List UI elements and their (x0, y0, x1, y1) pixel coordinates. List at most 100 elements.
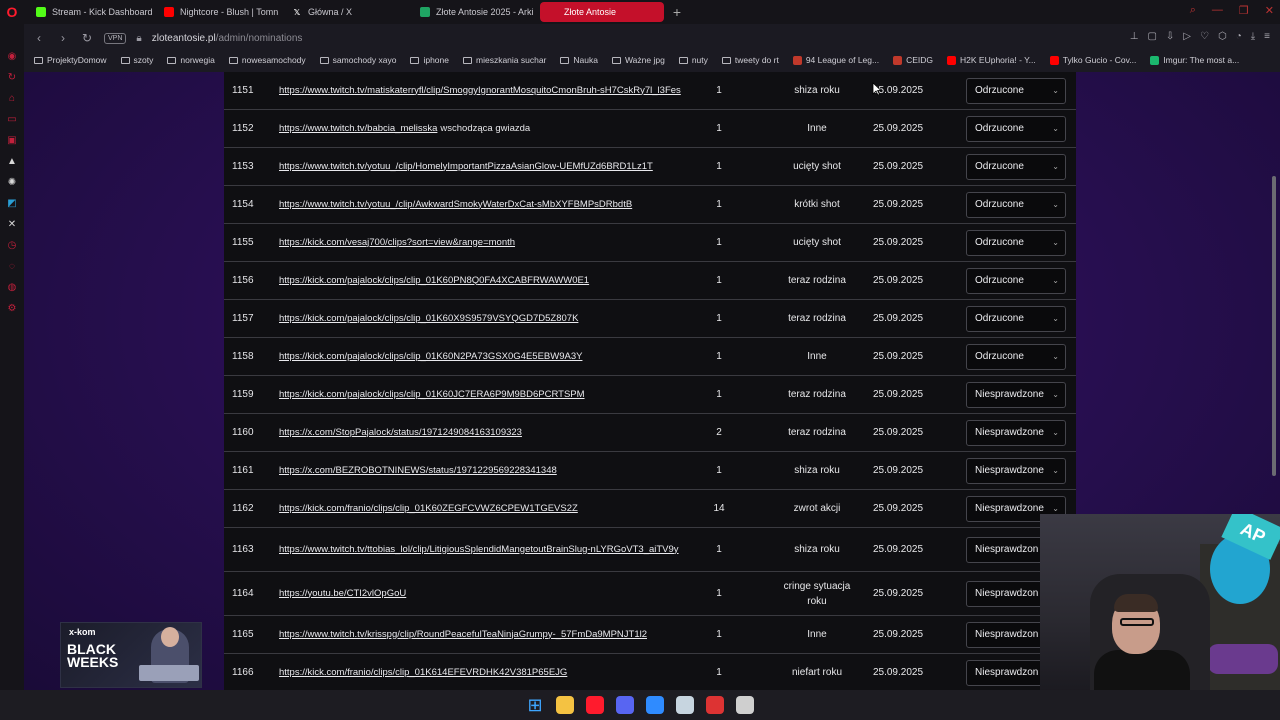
nomination-date: 25.09.2025 (872, 123, 924, 134)
browser-tab[interactable]: Złote Antosie (540, 2, 664, 22)
bookmark-item[interactable]: CEIDG (893, 55, 933, 65)
browser-tab[interactable]: Stream - Kick Dashboard (28, 2, 152, 22)
messenger-icon[interactable]: ▭ (6, 113, 18, 125)
bookmark-item[interactable]: mieszkania suchar (463, 55, 546, 65)
x-sidebar-icon[interactable]: ✕ (6, 218, 18, 230)
bookmark-item[interactable]: tweety do rt (721, 55, 779, 65)
vpn-badge[interactable]: VPN (104, 32, 127, 44)
history-icon[interactable]: ↻ (6, 71, 18, 83)
nomination-link[interactable]: https://kick.com/pajalock/clips/clip_01K… (279, 349, 582, 365)
xkom-ad-banner[interactable]: x-kom BLACK WEEKS (60, 622, 202, 688)
status-select[interactable]: Odrzucone ⌄ (966, 191, 1066, 218)
bookmarks-icon[interactable]: ⌂ (6, 92, 18, 104)
profile-icon[interactable]: ◔ (1236, 31, 1242, 42)
browser-tab[interactable]: 𝕏 Główna / X (284, 2, 408, 22)
bookmark-item[interactable]: H2K EUphoria! - Y... (947, 55, 1036, 65)
play-icon[interactable]: ▷ (1183, 31, 1191, 42)
nomination-link[interactable]: https://kick.com/franio/clips/clip_01K60… (279, 501, 578, 517)
game-launcher-icon[interactable] (706, 696, 724, 714)
status-select[interactable]: Odrzucone ⌄ (966, 343, 1066, 370)
maximize-button[interactable]: ❐ (1239, 4, 1249, 17)
sidebar-settings-icon[interactable]: ⚙ (6, 302, 18, 314)
back-button[interactable]: ‹ (32, 31, 46, 45)
browser-tab[interactable]: Nightcore - Blush | Tomn (156, 2, 280, 22)
clock-icon[interactable]: ◷ (6, 239, 18, 251)
opera-menu-icon[interactable]: O (0, 0, 24, 24)
chatgpt-icon[interactable]: ✺ (6, 176, 18, 188)
windows-start-icon[interactable]: ⊞ (526, 695, 544, 715)
scrollbar-thumb[interactable] (1272, 176, 1276, 476)
pin-icon[interactable]: ⊥ (1130, 31, 1139, 42)
twitch-icon[interactable]: ◩ (6, 197, 18, 209)
reload-button[interactable]: ↻ (80, 31, 94, 45)
status-select[interactable]: Odrzucone ⌄ (966, 305, 1066, 332)
url-field[interactable]: zloteantosie.pl/admin/nominations (152, 33, 303, 44)
nomination-link[interactable]: https://youtu.be/CTI2vlOpGoU (279, 586, 406, 602)
nomination-link[interactable]: https://www.twitch.tv/yotuu_/clip/Homely… (279, 159, 653, 175)
messenger-icon[interactable] (646, 696, 664, 714)
nomination-id: 1152 (232, 123, 254, 134)
status-select[interactable]: Niesprawdzone ⌄ (966, 457, 1066, 484)
downloads-icon[interactable]: ◌ (6, 260, 18, 272)
cam-decor (1208, 644, 1278, 674)
nomination-link[interactable]: https://x.com/StopPajalock/status/197124… (279, 425, 522, 441)
menu-icon[interactable]: ≡ (1264, 31, 1270, 42)
steam-icon[interactable] (676, 696, 694, 714)
forward-button[interactable]: › (56, 31, 70, 45)
new-tab-button[interactable]: + (668, 3, 686, 21)
heart-icon[interactable]: ♡ (1200, 31, 1209, 42)
extension-icon[interactable]: ⬡ (1218, 31, 1227, 42)
file-explorer-icon[interactable] (556, 696, 574, 714)
discord-icon[interactable] (616, 696, 634, 714)
status-select[interactable]: Odrzucone ⌄ (966, 229, 1066, 256)
download-page-icon[interactable]: ⇩ (1166, 31, 1174, 42)
nomination-link[interactable]: https://www.twitch.tv/krisspg/clip/Round… (279, 627, 647, 643)
nomination-link[interactable]: https://www.twitch.tv/yotuu_/clip/Awkwar… (279, 197, 632, 213)
bookmark-item[interactable]: Ważne jpg (611, 55, 665, 65)
bookmark-item[interactable]: norwegia (167, 55, 215, 65)
close-window-button[interactable]: ✕ (1265, 4, 1274, 17)
home-icon[interactable]: ◉ (6, 50, 18, 62)
nomination-link[interactable]: https://kick.com/franio/clips/clip_01K61… (279, 665, 567, 681)
lock-icon[interactable]: 🔒︎ (136, 33, 141, 44)
bookmark-item[interactable]: Nauka (560, 55, 598, 65)
nomination-link[interactable]: https://x.com/BEZROBOTNINEWS/status/1971… (279, 463, 557, 479)
bookmark-item[interactable]: 94 League of Leg... (792, 55, 879, 65)
table-row: 1154 https://www.twitch.tv/yotuu_/clip/Aw… (224, 186, 1076, 224)
status-select[interactable]: Odrzucone ⌄ (966, 153, 1066, 180)
player-icon[interactable]: ▣ (6, 134, 18, 146)
settings-icon[interactable] (736, 696, 754, 714)
status-select[interactable]: Niesprawdzone ⌄ (966, 419, 1066, 446)
minimize-button[interactable]: — (1212, 4, 1223, 17)
browser-tab[interactable]: Złote Antosie 2025 - Arki (412, 2, 536, 22)
nomination-link[interactable]: https://kick.com/pajalock/clips/clip_01K… (279, 311, 578, 327)
bookmark-item[interactable]: Tylko Gucio - Cov... (1049, 55, 1136, 65)
bookmark-item[interactable]: Imgur: The most a... (1150, 55, 1239, 65)
nomination-link[interactable]: https://www.twitch.tv/matiskaterryfl/cli… (279, 83, 681, 99)
nomination-count: 1 (716, 237, 722, 248)
status-select[interactable]: Odrzucone ⌄ (966, 267, 1066, 294)
opera-icon[interactable] (586, 696, 604, 714)
nomination-link[interactable]: https://www.twitch.tv/ttobias_lol/clip/L… (279, 542, 679, 558)
bookmark-item[interactable]: nowesamochody (228, 55, 306, 65)
nomination-link[interactable]: https://kick.com/vesaj700/clips?sort=vie… (279, 235, 515, 251)
status-select[interactable]: Odrzucone ⌄ (966, 77, 1066, 104)
bookmark-item[interactable]: szoty (120, 55, 153, 65)
status-select[interactable]: Odrzucone ⌄ (966, 115, 1066, 142)
bookmark-item[interactable]: nuty (678, 55, 708, 65)
nomination-link[interactable]: https://www.twitch.tv/babcia_melisska (279, 121, 437, 137)
chevron-down-icon: ⌄ (1052, 161, 1059, 171)
bookmark-item[interactable]: ProjektyDomow (34, 55, 107, 65)
bookmark-item[interactable]: samochody xayo (319, 55, 396, 65)
nomination-count: 1 (716, 199, 722, 210)
search-tabs-icon[interactable]: ⌕ (1190, 4, 1196, 17)
downloads-toolbar-icon[interactable]: ⤓ (1251, 31, 1255, 42)
extensions-icon[interactable]: ◍ (6, 281, 18, 293)
nomination-link[interactable]: https://kick.com/pajalock/clips/clip_01K… (279, 387, 585, 403)
snapshot-icon[interactable]: ▢ (1147, 31, 1156, 42)
webcam-overlay: AP (1040, 514, 1280, 692)
status-select[interactable]: Niesprawdzone ⌄ (966, 381, 1066, 408)
nomination-link[interactable]: https://kick.com/pajalock/clips/clip_01K… (279, 273, 589, 289)
bookmark-item[interactable]: iphone (410, 55, 449, 65)
aria-icon[interactable]: ▲ (6, 155, 18, 167)
